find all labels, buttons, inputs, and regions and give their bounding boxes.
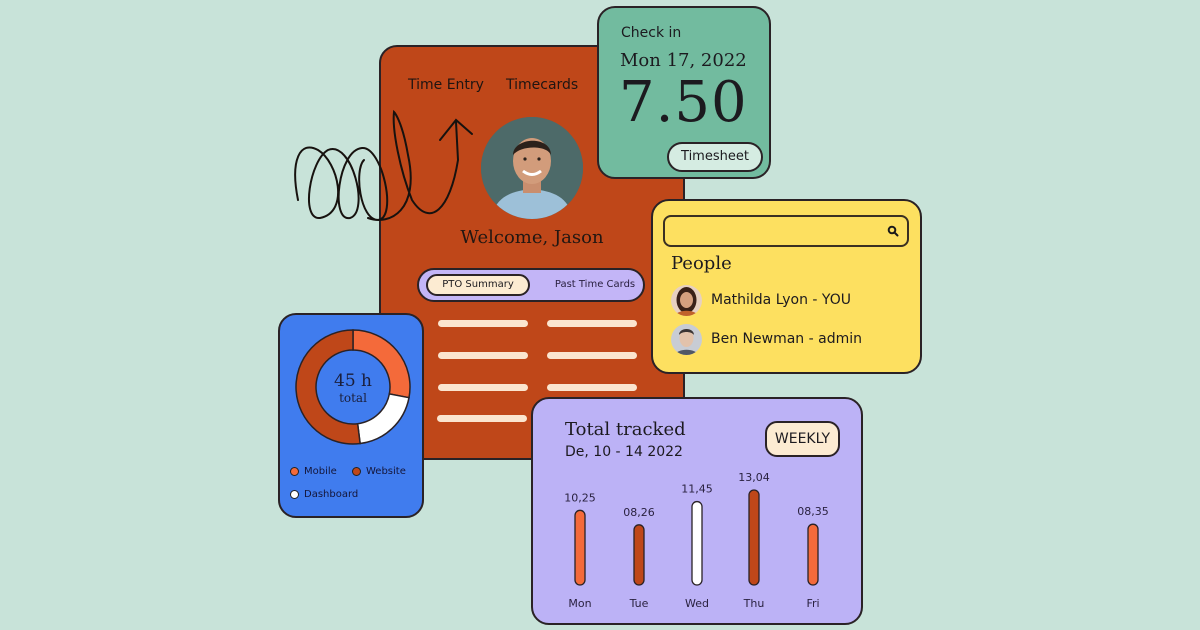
placeholder-line xyxy=(437,415,527,422)
x-tick-label: Wed xyxy=(685,597,709,610)
bar-value-label: 10,25 xyxy=(564,491,596,504)
bar-wed xyxy=(691,500,703,586)
bar-value-label: 11,45 xyxy=(681,483,713,496)
placeholder-line xyxy=(547,352,637,359)
bar-value-label: 08,35 xyxy=(797,505,829,518)
placeholder-line xyxy=(438,352,528,359)
nav-time-entry[interactable]: Time Entry xyxy=(408,77,484,93)
tab-pto-summary[interactable]: PTO Summary xyxy=(426,274,530,296)
check-in-hours: 7.50 xyxy=(619,70,748,135)
bar-fri xyxy=(807,523,819,586)
people-heading: People xyxy=(671,253,732,274)
placeholder-line xyxy=(547,384,637,391)
chart-subtitle: De, 10 - 14 2022 xyxy=(565,444,683,460)
check-in-card: Check in Mon 17, 2022 7.50 Timesheet xyxy=(597,6,771,179)
x-tick-label: Fri xyxy=(806,597,819,610)
tab-past-time-cards[interactable]: Past Time Cards xyxy=(547,274,643,296)
bar-tue xyxy=(633,524,645,586)
timesheet-button[interactable]: Timesheet xyxy=(667,142,763,172)
person-name: Mathilda Lyon - YOU xyxy=(711,292,851,308)
legend-item-dashboard: Dashboard xyxy=(290,489,358,500)
check-in-label: Check in xyxy=(621,25,682,41)
x-tick-label: Mon xyxy=(568,597,591,610)
chart-title: Total tracked xyxy=(565,419,686,440)
people-search-input[interactable] xyxy=(663,215,909,247)
legend-item-website: Website xyxy=(352,466,406,477)
welcome-heading: Welcome, Jason xyxy=(460,227,604,248)
person-name: Ben Newman - admin xyxy=(711,331,862,347)
hours-breakdown-card: 45 h total Mobile Website Dashboard xyxy=(278,313,424,518)
check-in-date: Mon 17, 2022 xyxy=(620,50,747,71)
bar-value-label: 13,04 xyxy=(738,471,770,484)
legend-label: Mobile xyxy=(304,466,337,477)
x-tick-label: Tue xyxy=(629,597,649,610)
weekly-toggle-button[interactable]: WEEKLY xyxy=(765,421,840,457)
legend-item-mobile: Mobile xyxy=(290,466,337,477)
total-tracked-card: 10,25 Mon 08,26 Tue 11,45 Wed 13,04 Thu 08,35 Fri… xyxy=(531,397,863,625)
x-tick-label: Thu xyxy=(743,597,765,610)
tab-bar: PTO Summary Past Time Cards xyxy=(417,268,645,302)
legend-label: Website xyxy=(366,466,406,477)
person-avatar xyxy=(671,323,702,355)
person-list-item[interactable]: Ben Newman - admin xyxy=(671,323,862,355)
placeholder-line xyxy=(438,320,528,327)
people-card: People Mathilda Lyon - YOU Ben Newman - … xyxy=(651,199,922,374)
legend-dot xyxy=(352,467,361,476)
donut-total-value: 45 h xyxy=(334,371,372,391)
bar-mon xyxy=(574,509,586,586)
legend-label: Dashboard xyxy=(304,489,359,500)
donut-total-label: total xyxy=(339,391,367,405)
placeholder-line xyxy=(547,320,637,327)
bar-thu xyxy=(748,489,760,586)
legend-dot xyxy=(290,467,299,476)
search-icon[interactable] xyxy=(886,224,900,238)
placeholder-line xyxy=(438,384,528,391)
bar-value-label: 08,26 xyxy=(623,506,655,519)
person-list-item[interactable]: Mathilda Lyon - YOU xyxy=(671,284,851,316)
legend-dot xyxy=(290,490,299,499)
person-avatar xyxy=(671,284,702,316)
avatar xyxy=(481,117,583,219)
nav-timecards[interactable]: Timecards xyxy=(506,77,578,93)
